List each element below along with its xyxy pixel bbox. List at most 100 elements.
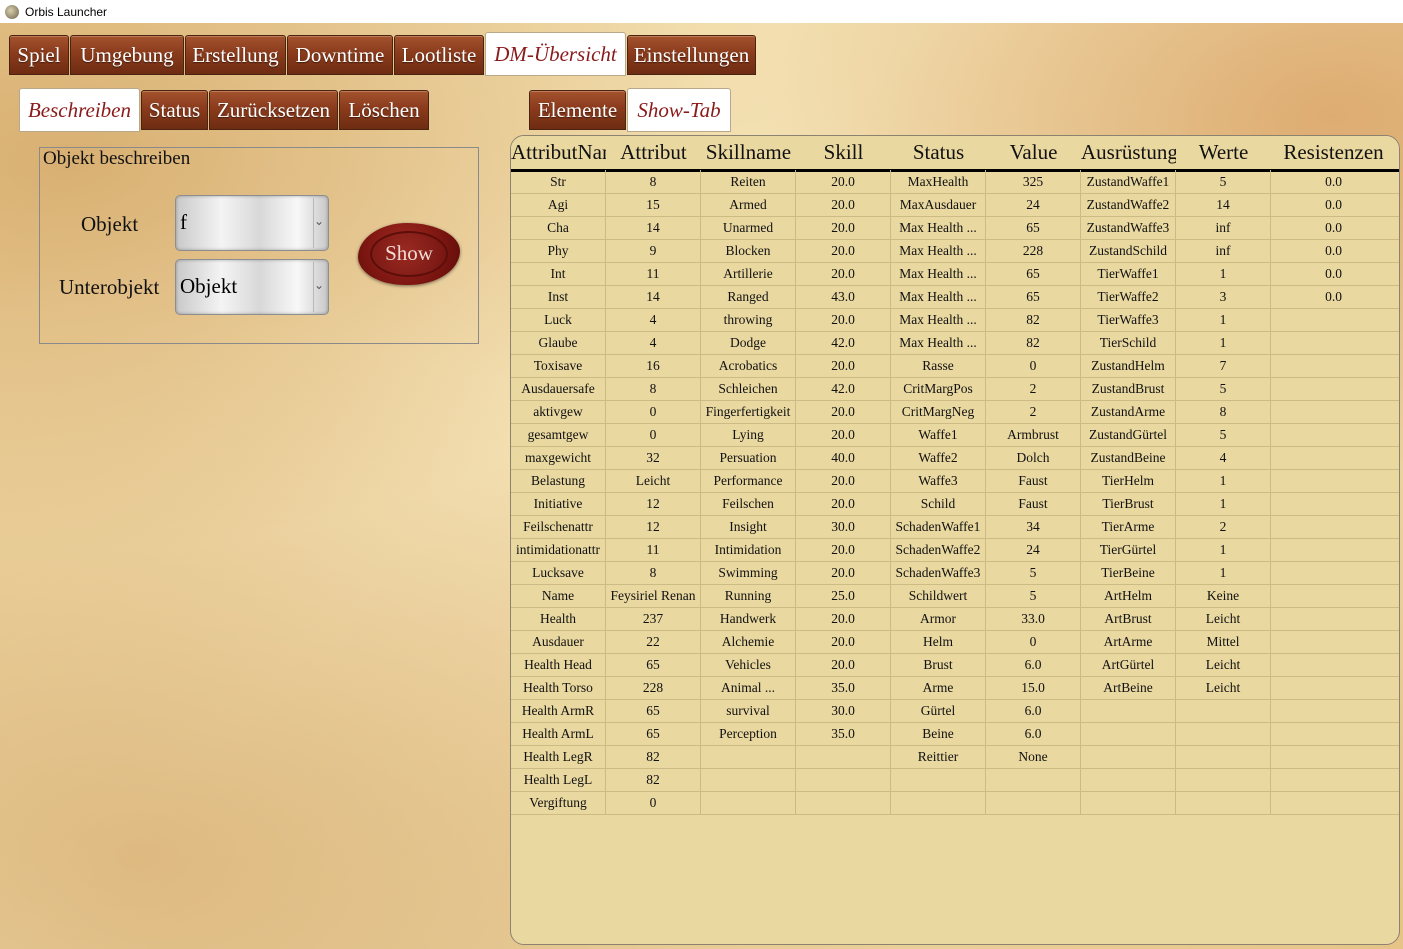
table-row[interactable]: Feilschenattr 12 Insight 30.0 SchadenWaffe1 3… xyxy=(511,515,1399,539)
table-cell[interactable]: Vehicles xyxy=(701,653,796,676)
table-cell[interactable] xyxy=(1271,538,1396,561)
table-cell[interactable]: 1 xyxy=(1176,469,1271,492)
table-cell[interactable]: Ausdauersafe xyxy=(511,377,606,400)
table-cell[interactable]: 20.0 xyxy=(796,262,891,285)
table-cell[interactable] xyxy=(1271,745,1396,768)
table-cell[interactable]: 22 xyxy=(606,630,701,653)
table-cell[interactable]: ArtGürtel xyxy=(1081,653,1176,676)
table-cell[interactable]: Belastung xyxy=(511,469,606,492)
column-header[interactable]: Attribut xyxy=(606,140,701,168)
table-cell[interactable]: Lucksave xyxy=(511,561,606,584)
table-cell[interactable]: Health ArmR xyxy=(511,699,606,722)
table-cell[interactable]: 20.0 xyxy=(796,561,891,584)
table-cell[interactable]: Waffe1 xyxy=(891,423,986,446)
table-cell[interactable]: throwing xyxy=(701,308,796,331)
table-row[interactable]: Health LegL 82 xyxy=(511,768,1399,792)
table-cell[interactable] xyxy=(796,745,891,768)
table-cell[interactable]: 33.0 xyxy=(986,607,1081,630)
table-cell[interactable]: Faust xyxy=(986,492,1081,515)
table-cell[interactable] xyxy=(986,768,1081,791)
table-cell[interactable] xyxy=(891,791,986,814)
table-cell[interactable]: 20.0 xyxy=(796,239,891,262)
table-cell[interactable]: 16 xyxy=(606,354,701,377)
table-cell[interactable]: 0 xyxy=(986,354,1081,377)
table-cell[interactable]: Int xyxy=(511,262,606,285)
table-row[interactable]: maxgewicht 32 Persuation 40.0 Waffe2 Dolch Zus… xyxy=(511,446,1399,470)
table-cell[interactable]: 34 xyxy=(986,515,1081,538)
table-cell[interactable]: intimidationattr xyxy=(511,538,606,561)
table-cell[interactable] xyxy=(1271,515,1396,538)
table-cell[interactable] xyxy=(1271,722,1396,745)
table-cell[interactable] xyxy=(1081,745,1176,768)
table-cell[interactable]: 20.0 xyxy=(796,538,891,561)
table-cell[interactable] xyxy=(796,791,891,814)
column-header[interactable]: Skill xyxy=(796,140,891,168)
table-cell[interactable]: 8 xyxy=(1176,400,1271,423)
table-row[interactable]: Health LegR 82 Reittier None xyxy=(511,745,1399,769)
table-cell[interactable]: 7 xyxy=(1176,354,1271,377)
table-cell[interactable] xyxy=(1271,676,1396,699)
table-cell[interactable]: Leicht xyxy=(1176,607,1271,630)
table-cell[interactable]: 40.0 xyxy=(796,446,891,469)
table-row[interactable]: Health Head 65 Vehicles 20.0 Brust 6.0 ArtGürt… xyxy=(511,653,1399,677)
table-cell[interactable]: Feilschen xyxy=(701,492,796,515)
table-cell[interactable] xyxy=(1271,423,1396,446)
table-cell[interactable]: 325 xyxy=(986,170,1081,193)
table-cell[interactable]: 8 xyxy=(606,170,701,193)
table-cell[interactable] xyxy=(1271,699,1396,722)
table-cell[interactable]: Animal ... xyxy=(701,676,796,699)
table-cell[interactable]: 6.0 xyxy=(986,722,1081,745)
column-header[interactable]: Status xyxy=(891,140,986,168)
table-cell[interactable]: 65 xyxy=(986,262,1081,285)
table-row[interactable]: Health 237 Handwerk 20.0 Armor 33.0 ArtBrust Le… xyxy=(511,607,1399,631)
table-cell[interactable]: Feysiriel Renan xyxy=(606,584,701,607)
data-table[interactable]: AttributNamAttributSkillnameSkillStatusV… xyxy=(510,135,1400,945)
table-cell[interactable]: 1 xyxy=(1176,492,1271,515)
table-cell[interactable] xyxy=(891,768,986,791)
table-cell[interactable]: Dodge xyxy=(701,331,796,354)
table-cell[interactable]: 20.0 xyxy=(796,170,891,193)
table-cell[interactable]: 228 xyxy=(606,676,701,699)
table-cell[interactable] xyxy=(701,791,796,814)
table-cell[interactable] xyxy=(1271,331,1396,354)
table-cell[interactable]: ArtBeine xyxy=(1081,676,1176,699)
table-cell[interactable]: None xyxy=(986,745,1081,768)
table-cell[interactable]: 20.0 xyxy=(796,607,891,630)
table-cell[interactable]: Intimidation xyxy=(701,538,796,561)
table-row[interactable]: Phy 9 Blocken 20.0 Max Health ... 228 ZustandS… xyxy=(511,239,1399,263)
table-row[interactable]: Name Feysiriel Renan Running 25.0 Schildwert… xyxy=(511,584,1399,608)
table-cell[interactable] xyxy=(1271,377,1396,400)
table-cell[interactable]: Reiten xyxy=(701,170,796,193)
table-cell[interactable]: 0 xyxy=(986,630,1081,653)
table-cell[interactable]: Helm xyxy=(891,630,986,653)
table-cell[interactable]: Ranged xyxy=(701,285,796,308)
table-cell[interactable]: 0.0 xyxy=(1271,239,1396,262)
table-cell[interactable]: Max Health ... xyxy=(891,216,986,239)
table-cell[interactable]: Arme xyxy=(891,676,986,699)
table-cell[interactable] xyxy=(1271,584,1396,607)
table-cell[interactable] xyxy=(1271,653,1396,676)
unterobjekt-select[interactable]: Objekt ⌄ xyxy=(175,259,329,315)
table-cell[interactable] xyxy=(1176,745,1271,768)
table-row[interactable]: Belastung Leicht Performance 20.0 Waffe3 Faus… xyxy=(511,469,1399,493)
table-cell[interactable]: 20.0 xyxy=(796,492,891,515)
table-cell[interactable]: TierHelm xyxy=(1081,469,1176,492)
show-button[interactable]: Show xyxy=(358,223,460,285)
table-row[interactable]: Ausdauersafe 8 Schleichen 42.0 CritMargPos 2 Z… xyxy=(511,377,1399,401)
table-cell[interactable]: 82 xyxy=(606,745,701,768)
tab-einstellungen[interactable]: Einstellungen xyxy=(627,35,756,75)
table-cell[interactable]: CritMargNeg xyxy=(891,400,986,423)
table-cell[interactable]: 0.0 xyxy=(1271,193,1396,216)
table-cell[interactable]: Persuation xyxy=(701,446,796,469)
table-cell[interactable]: Schild xyxy=(891,492,986,515)
table-cell[interactable]: 2 xyxy=(986,400,1081,423)
tab-status[interactable]: Status xyxy=(141,90,208,130)
table-cell[interactable]: Str xyxy=(511,170,606,193)
table-cell[interactable]: 25.0 xyxy=(796,584,891,607)
tab-umgebung[interactable]: Umgebung xyxy=(70,35,184,75)
table-cell[interactable]: MaxHealth xyxy=(891,170,986,193)
table-cell[interactable]: Swimming xyxy=(701,561,796,584)
table-cell[interactable]: 1 xyxy=(1176,308,1271,331)
table-cell[interactable] xyxy=(1271,630,1396,653)
table-row[interactable]: gesamtgew 0 Lying 20.0 Waffe1 Armbrust Zustand… xyxy=(511,423,1399,447)
